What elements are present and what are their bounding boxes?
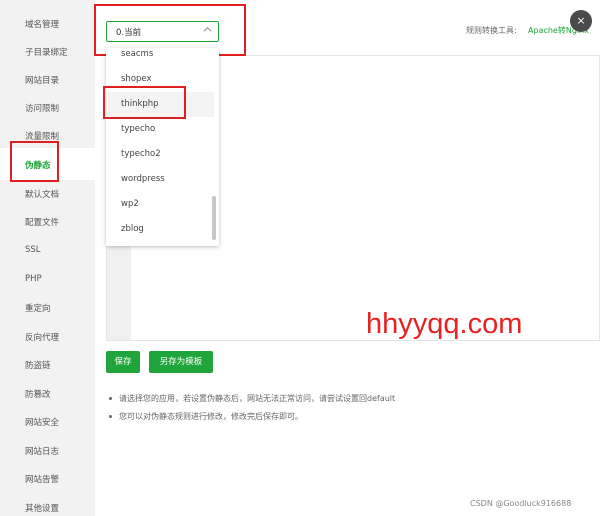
sidebar-item-access-limit[interactable]: 访问限制 bbox=[25, 102, 59, 114]
sidebar-item-site-log[interactable]: 网站日志 bbox=[25, 445, 59, 457]
sidebar-item-reverse-proxy[interactable]: 反向代理 bbox=[25, 331, 59, 343]
tips-list: 请选择您的应用，若设置伪静态后，网站无法正常访问，请尝试设置回default 您… bbox=[108, 393, 395, 429]
rewrite-rule-dropdown: seacms shopex thinkphp typecho typecho2 … bbox=[106, 48, 219, 246]
sidebar-item-site-dir[interactable]: 网站目录 bbox=[25, 74, 59, 86]
dropdown-option[interactable]: typecho bbox=[106, 117, 214, 142]
dropdown-option[interactable]: wp2 bbox=[106, 192, 214, 217]
sidebar-item-ssl[interactable]: SSL bbox=[25, 245, 41, 255]
tip-text: 您可以对伪静态规则进行修改，修改完后保存即可。 bbox=[119, 412, 303, 421]
sidebar-item-php[interactable]: PHP bbox=[25, 274, 42, 284]
dropdown-scrollbar[interactable] bbox=[212, 196, 216, 240]
save-button[interactable]: 保存 bbox=[106, 351, 140, 373]
sidebar-item-hotlink[interactable]: 防盗链 bbox=[25, 359, 51, 371]
sidebar: 域名管理 子目录绑定 网站目录 访问限制 流量限制 伪静态 默认文档 配置文件 … bbox=[0, 0, 95, 516]
dropdown-option[interactable]: typecho2 bbox=[106, 142, 214, 167]
sidebar-item-tamper-proof[interactable]: 防篡改 bbox=[25, 388, 51, 400]
dropdown-option[interactable]: wordpress bbox=[106, 167, 214, 192]
sidebar-item-config-file[interactable]: 配置文件 bbox=[25, 216, 59, 228]
rule-tool-label: 规则转换工具: bbox=[466, 26, 517, 35]
dropdown-option[interactable]: zblog bbox=[106, 217, 214, 242]
dropdown-option[interactable]: seacms bbox=[106, 48, 214, 67]
annotation-box-thinkphp bbox=[103, 86, 186, 119]
sidebar-item-domain[interactable]: 域名管理 bbox=[25, 18, 59, 30]
credit-text: CSDN @Goodluck916688 bbox=[470, 499, 572, 508]
bullet-icon bbox=[109, 415, 112, 418]
save-as-template-button[interactable]: 另存为模板 bbox=[149, 351, 213, 373]
tip-text: 请选择您的应用，若设置伪静态后，网站无法正常访问，请尝试设置回default bbox=[119, 394, 396, 403]
sidebar-item-redirect[interactable]: 重定向 bbox=[25, 302, 51, 314]
tip-item: 您可以对伪静态规则进行修改，修改完后保存即可。 bbox=[108, 411, 395, 429]
sidebar-item-site-security[interactable]: 网站安全 bbox=[25, 416, 59, 428]
close-icon[interactable]: × bbox=[570, 10, 592, 32]
sidebar-item-site-alert[interactable]: 网站告警 bbox=[25, 473, 59, 485]
sidebar-item-subdir-binding[interactable]: 子目录绑定 bbox=[25, 46, 68, 58]
watermark-text: hhyyqq.com bbox=[366, 308, 523, 340]
tip-item: 请选择您的应用，若设置伪静态后，网站无法正常访问，请尝试设置回default bbox=[108, 393, 395, 411]
annotation-box-sidebar bbox=[10, 141, 59, 182]
sidebar-item-default-doc[interactable]: 默认文档 bbox=[25, 188, 59, 200]
bullet-icon bbox=[109, 397, 112, 400]
sidebar-item-other-settings[interactable]: 其他设置 bbox=[25, 502, 59, 514]
